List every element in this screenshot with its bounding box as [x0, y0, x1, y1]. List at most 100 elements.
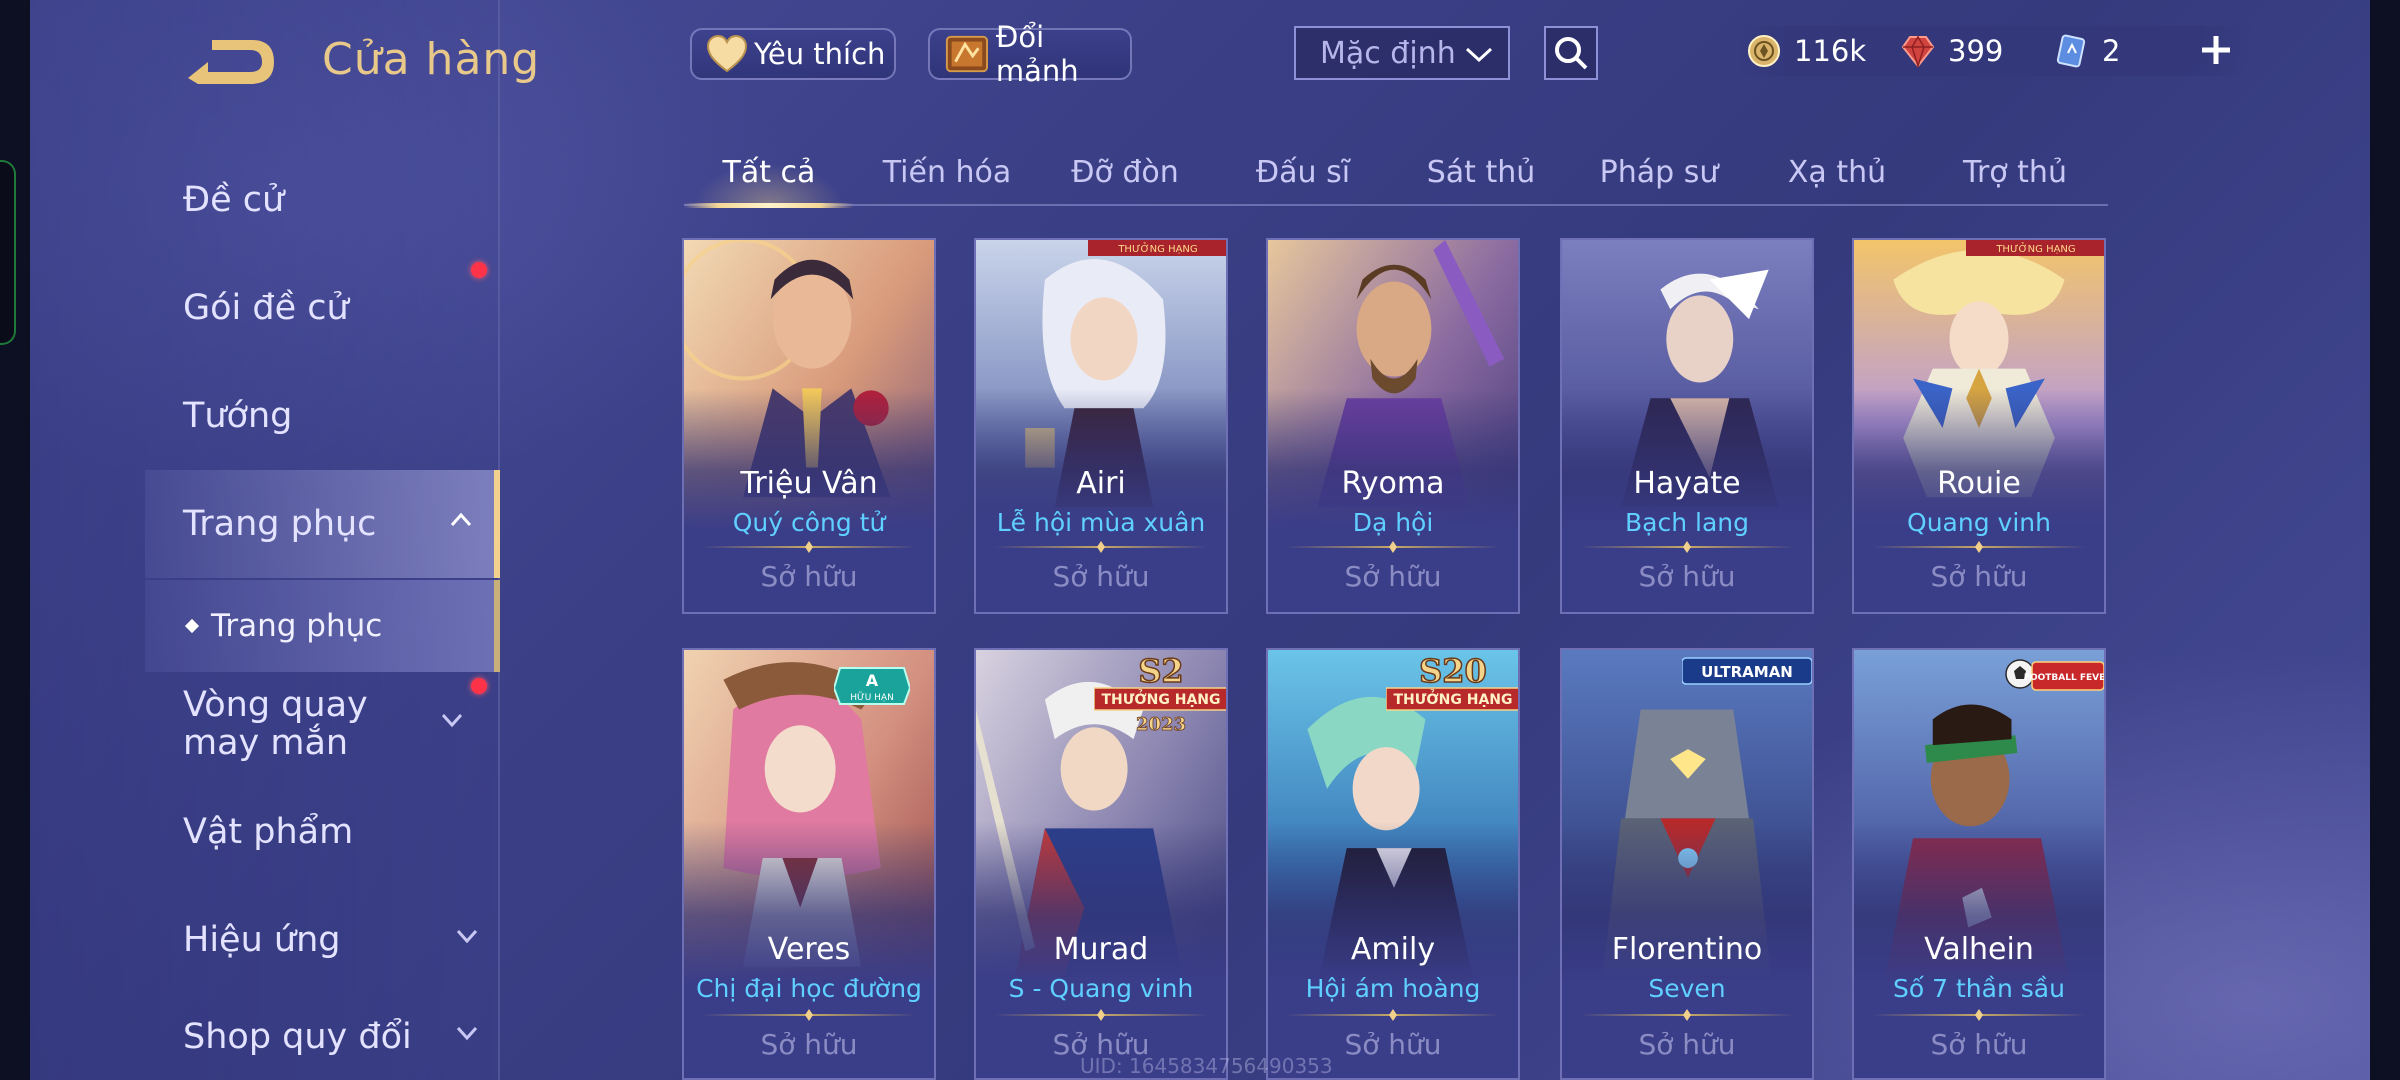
skin-card[interactable]: FOOTBALL FEVER Valhein Số 7 thần sầu Sở … — [1852, 648, 2106, 1080]
search-icon — [1555, 37, 1588, 70]
tab-evolution[interactable]: Tiến hóa — [862, 140, 1032, 204]
svg-text:THƯỞNG HẠNG: THƯỞNG HẠNG — [1101, 689, 1220, 708]
favorites-button[interactable]: Yêu thích — [690, 28, 896, 80]
hero-name: Triệu Vân — [740, 466, 878, 501]
skin-card[interactable]: S20 THƯỞNG HẠNG Amily Hội ám hoàng Sở hữ… — [1266, 648, 1520, 1080]
tab-label: Đỡ đòn — [1071, 154, 1179, 190]
tab-fighter[interactable]: Đấu sĩ — [1218, 140, 1388, 204]
user-id-watermark: UID: 1645834756490353 — [1080, 1054, 1333, 1078]
sidebar-item-items[interactable]: Vật phẩm — [145, 778, 500, 886]
gem-balance: 399 — [1900, 26, 2003, 76]
skin-name: S - Quang vinh — [1008, 974, 1194, 1003]
sidebar-item-label: Vật phẩm — [183, 812, 354, 852]
hero-name: Amily — [1350, 932, 1436, 967]
premium-badge: THƯỞNG HẠNG — [1088, 240, 1226, 256]
skin-name: Seven — [1648, 974, 1726, 1003]
side-indicator — [0, 160, 16, 345]
tab-label: Tất cả — [722, 154, 816, 190]
sidebar-item-label: Trang phục — [183, 504, 377, 544]
skin-name: Hội ám hoàng — [1305, 974, 1481, 1003]
fragment-chest-icon — [945, 35, 988, 73]
skin-card[interactable]: A HỮU HẠN Veres Chị đại học đường Sở hữu — [682, 648, 936, 1080]
card-shade — [1268, 240, 1518, 612]
skin-card[interactable]: Ryoma Dạ hội Sở hữu — [1266, 238, 1520, 614]
owned-status: Sở hữu — [1052, 560, 1150, 593]
skin-name: Chị đại học đường — [696, 974, 922, 1003]
skin-card[interactable]: THƯỞNG HẠNG Rouie Quang vinh Sở hữu — [1852, 238, 2106, 614]
tab-assassin[interactable]: Sát thủ — [1396, 140, 1566, 204]
owned-status: Sở hữu — [760, 1028, 858, 1061]
card-divider — [1580, 541, 1794, 553]
tab-mage[interactable]: Pháp sư — [1574, 140, 1744, 204]
svg-text:S2: S2 — [1138, 652, 1183, 690]
skin-card[interactable]: THƯỞNG HẠNG Airi Lễ hội mùa xuân Sở hữu — [974, 238, 1228, 614]
sidebar-item-lucky-wheel[interactable]: Vòng quay may mắn — [145, 670, 485, 778]
sidebar-item-bundles[interactable]: Gói đề cử — [145, 254, 500, 362]
skin-card[interactable]: S2 THƯỞNG HẠNG 2023 Murad S - Quang vinh… — [974, 648, 1228, 1080]
tab-marksman[interactable]: Xạ thủ — [1752, 140, 1922, 204]
card-divider — [702, 541, 916, 553]
gold-amount: 116k — [1794, 34, 1867, 68]
svg-text:A: A — [866, 671, 879, 690]
gold-balance: 116k — [1746, 26, 1866, 76]
chevron-down-icon — [456, 1026, 478, 1041]
sidebar-item-label: Vòng quay may mắn — [183, 685, 368, 763]
chevron-down-icon — [456, 929, 478, 944]
season-badge: S20 THƯỞNG HẠNG — [1386, 652, 1518, 711]
shop-screen: Cửa hàng Đề cử Gói đề cử Tướng Trang phụ… — [0, 0, 2400, 1080]
tab-support[interactable]: Trợ thủ — [1930, 140, 2100, 204]
search-button[interactable] — [1544, 26, 1598, 80]
skin-card[interactable]: Hayate Bạch lang Sở hữu — [1560, 238, 1814, 614]
voucher-balance: 2 — [2054, 26, 2120, 76]
owned-status: Sở hữu — [1930, 1028, 2028, 1061]
sidebar-item-recommended[interactable]: Đề cử — [145, 146, 500, 254]
favorites-label: Yêu thích — [754, 37, 886, 71]
sort-dropdown[interactable]: Mặc định — [1294, 26, 1510, 80]
sidebar-item-skins[interactable]: Trang phục — [145, 470, 500, 578]
hero-name: Valhein — [1924, 932, 2034, 967]
hero-name: Hayate — [1633, 466, 1741, 501]
skin-card[interactable]: Triệu Vân Quý công tử Sở hữu — [682, 238, 936, 614]
sidebar-subitem-label: Trang phục — [211, 608, 383, 644]
season-badge: S2 THƯỞNG HẠNG 2023 — [1094, 652, 1226, 735]
role-tabs: Tất cả Tiến hóa Đỡ đòn Đấu sĩ Sát thủ Ph… — [684, 140, 2108, 208]
add-currency-button[interactable] — [2194, 28, 2238, 72]
tab-tank[interactable]: Đỡ đòn — [1040, 140, 1210, 204]
sort-value: Mặc định — [1320, 35, 1456, 71]
owned-status: Sở hữu — [1638, 560, 1736, 593]
sidebar-item-heroes[interactable]: Tướng — [145, 362, 500, 470]
sidebar-item-label: Hiệu ứng — [183, 920, 341, 960]
notification-dot — [471, 678, 487, 694]
sidebar-item-label: Tướng — [183, 396, 293, 436]
card-shade — [684, 240, 934, 612]
tab-all[interactable]: Tất cả — [684, 140, 854, 208]
card-divider — [1286, 1009, 1500, 1021]
skin-card[interactable]: ULTRAMAN Florentino Seven Sở hữu — [1560, 648, 1814, 1080]
hero-name: Murad — [1053, 932, 1149, 967]
chevron-down-icon — [1465, 47, 1493, 63]
sidebar-subitem-skins[interactable]: Trang phục — [145, 580, 500, 672]
tab-label: Trợ thủ — [1963, 154, 2067, 190]
hero-name: Veres — [767, 932, 851, 967]
svg-text:FOOTBALL FEVER: FOOTBALL FEVER — [2024, 673, 2104, 683]
card-shade — [1562, 240, 1812, 612]
sidebar-item-effects[interactable]: Hiệu ứng — [145, 886, 500, 994]
chevron-up-icon — [450, 512, 472, 527]
tab-label: Tiến hóa — [882, 154, 1012, 190]
plus-icon — [2202, 36, 2230, 64]
card-divider — [994, 1009, 1208, 1021]
owned-status: Sở hữu — [1638, 1028, 1736, 1061]
card-divider — [702, 1009, 916, 1021]
skin-name: Quý công tử — [732, 508, 886, 537]
owned-status: Sở hữu — [760, 560, 858, 593]
hero-name: Florentino — [1611, 932, 1763, 967]
back-button[interactable] — [180, 32, 280, 90]
card-divider — [1872, 541, 2086, 553]
red-gem-icon — [1901, 35, 1935, 69]
exchange-fragments-button[interactable]: Đổi mảnh — [928, 20, 1132, 88]
svg-text:THƯỞNG HẠNG: THƯỞNG HẠNG — [1117, 241, 1197, 255]
owned-status: Sở hữu — [1344, 560, 1442, 593]
sidebar-item-label: Đề cử — [183, 180, 285, 220]
sidebar-item-exchange-shop[interactable]: Shop quy đổi — [145, 994, 500, 1080]
gold-coin-icon — [1748, 35, 1780, 67]
